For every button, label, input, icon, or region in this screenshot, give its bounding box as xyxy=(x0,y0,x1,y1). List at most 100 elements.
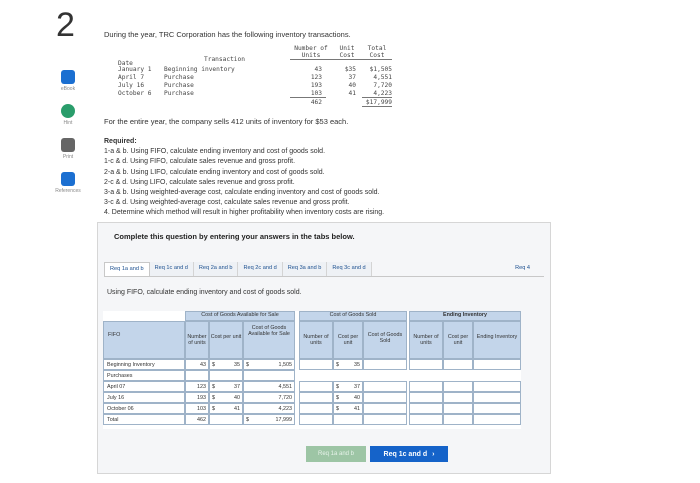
sidebar-item-label: Print xyxy=(62,154,74,160)
cell-units: 103 xyxy=(185,403,209,414)
input-ending-inventory[interactable] xyxy=(473,359,521,370)
row-label: Beginning Inventory xyxy=(103,359,185,370)
required-item: 1-c & d. Using FIFO, calculate sales rev… xyxy=(104,158,296,166)
input-cogs[interactable] xyxy=(363,381,407,392)
tab-req-3c-d[interactable]: Req 3c and d xyxy=(327,262,372,276)
input-end-cost[interactable] xyxy=(443,403,473,414)
total-cost: $17,999 xyxy=(365,99,392,106)
col-header-units: Number of units xyxy=(185,321,209,359)
tab-req-2a-b[interactable]: Req 2a and b xyxy=(193,262,239,276)
input-end-cost[interactable] xyxy=(443,392,473,403)
intro-text: During the year, TRC Corporation has the… xyxy=(104,30,351,39)
prev-button-label: Req 1a and b xyxy=(317,451,355,457)
tab-req-3a-b[interactable]: Req 3a and b xyxy=(282,262,328,276)
input-ending-inventory[interactable] xyxy=(473,392,521,403)
input-sold-units[interactable] xyxy=(299,403,333,414)
row-units: 43 xyxy=(314,66,322,73)
input-cogs[interactable] xyxy=(363,359,407,370)
prev-button[interactable]: Req 1a and b xyxy=(306,446,366,462)
tab-req-4[interactable]: Req 4 xyxy=(510,262,544,276)
row-total: 7,720 xyxy=(373,82,392,89)
input-end-cost[interactable] xyxy=(443,381,473,392)
row-total: 4,551 xyxy=(373,74,392,81)
cell-cost: $ 41 xyxy=(209,403,243,414)
input-sold-units[interactable] xyxy=(299,359,333,370)
next-button-label: Req 1c and d xyxy=(383,450,428,458)
dollar-sign: $ xyxy=(212,362,215,368)
sold-cost-value: 41 xyxy=(354,406,360,412)
required-item: 4. Determine which method will result in… xyxy=(104,209,385,217)
cell-cost: $ 35 xyxy=(209,359,243,370)
input-sold-units-total[interactable] xyxy=(299,414,333,425)
header-unit-cost: Unit Cost xyxy=(339,45,355,59)
cell-sold-cost: $ 37 xyxy=(333,381,363,392)
col-header-end-units: Number of units xyxy=(409,321,443,359)
cell-units: 43 xyxy=(185,359,209,370)
total-value: 17,999 xyxy=(275,417,293,423)
dollar-sign: $ xyxy=(336,395,339,401)
col-header-cogas: Cost of Goods Available for Sale xyxy=(243,321,295,359)
chevron-right-icon: › xyxy=(432,450,435,458)
row-unit-cost: $35 xyxy=(344,66,356,73)
dollar-sign: $ xyxy=(246,362,249,368)
cell-total: $ 1,505 xyxy=(243,359,295,370)
sidebar-item-print[interactable]: Print xyxy=(50,138,86,160)
input-end-units[interactable] xyxy=(409,403,443,414)
dollar-sign: $ xyxy=(212,395,215,401)
row-date: July 16 xyxy=(118,82,145,89)
input-cogs-total[interactable] xyxy=(363,414,407,425)
tab-bar: Req 1a and b Req 1c and d Req 2a and b R… xyxy=(104,262,544,277)
header-transaction: Transaction xyxy=(204,56,245,63)
cell-sold-cost: $ 40 xyxy=(333,392,363,403)
input-end-units[interactable] xyxy=(409,392,443,403)
cell-units: 193 xyxy=(185,392,209,403)
corner-cell: FIFO xyxy=(103,321,185,359)
next-button[interactable]: Req 1c and d › xyxy=(370,446,448,462)
cell-total: 7,720 xyxy=(243,392,295,403)
input-cogs[interactable] xyxy=(363,403,407,414)
tab-subheading: Using FIFO, calculate ending inventory a… xyxy=(107,289,302,296)
col-header-cost-per-unit: Cost per unit xyxy=(209,321,243,359)
dollar-sign: $ xyxy=(212,406,215,412)
col-header-cogs: Cost of Goods Sold xyxy=(363,321,407,359)
group-header-sold: Cost of Goods Sold xyxy=(299,311,407,321)
group-header-ending: Ending Inventory xyxy=(409,311,521,321)
tab-req-1c-d[interactable]: Req 1c and d xyxy=(149,262,194,276)
sidebar: eBook Hint Print References xyxy=(50,70,86,206)
input-end-cost[interactable] xyxy=(443,359,473,370)
input-ending-inventory[interactable] xyxy=(473,403,521,414)
sidebar-item-hint[interactable]: Hint xyxy=(50,104,86,126)
required-item: 1-a & b. Using FIFO, calculate ending in… xyxy=(104,148,326,156)
transactions-table: Date Transaction Number of Units Unit Co… xyxy=(104,44,394,108)
row-label: July 16 xyxy=(103,392,185,403)
input-cogs[interactable] xyxy=(363,392,407,403)
input-end-units[interactable] xyxy=(409,359,443,370)
fifo-table: Cost of Goods Available for Sale Cost of… xyxy=(103,311,521,429)
cell-sold-cost: $ 41 xyxy=(333,403,363,414)
tab-req-2c-d[interactable]: Req 2c and d xyxy=(238,262,283,276)
row-unit-cost: 41 xyxy=(348,90,356,97)
dollar-sign: $ xyxy=(212,384,215,390)
input-end-units[interactable] xyxy=(409,381,443,392)
row-label: Purchases xyxy=(103,370,185,381)
required-heading: Required: xyxy=(104,138,137,145)
input-ending-inventory[interactable] xyxy=(473,381,521,392)
tab-req-1a-b[interactable]: Req 1a and b xyxy=(104,262,150,276)
complete-instruction: Complete this question by entering your … xyxy=(114,232,355,241)
input-ending-inventory-total[interactable] xyxy=(473,414,521,425)
cell-units: 123 xyxy=(185,381,209,392)
hint-icon xyxy=(61,104,75,118)
input-sold-units[interactable] xyxy=(299,392,333,403)
required-item: 3-c & d. Using weighted-average cost, ca… xyxy=(104,199,350,207)
col-header-end-cost: Cost per unit xyxy=(443,321,473,359)
required-item: 2-a & b. Using LIFO, calculate ending in… xyxy=(104,168,325,176)
sidebar-item-label: Hint xyxy=(63,120,73,126)
input-sold-units[interactable] xyxy=(299,381,333,392)
row-label: October 06 xyxy=(103,403,185,414)
sidebar-item-references[interactable]: References xyxy=(50,172,86,194)
input-end-units-total[interactable] xyxy=(409,414,443,425)
row-transaction: Purchase xyxy=(164,90,194,97)
dollar-sign: $ xyxy=(246,417,249,423)
sidebar-item-ebook[interactable]: eBook xyxy=(50,70,86,92)
book-icon xyxy=(61,70,75,84)
